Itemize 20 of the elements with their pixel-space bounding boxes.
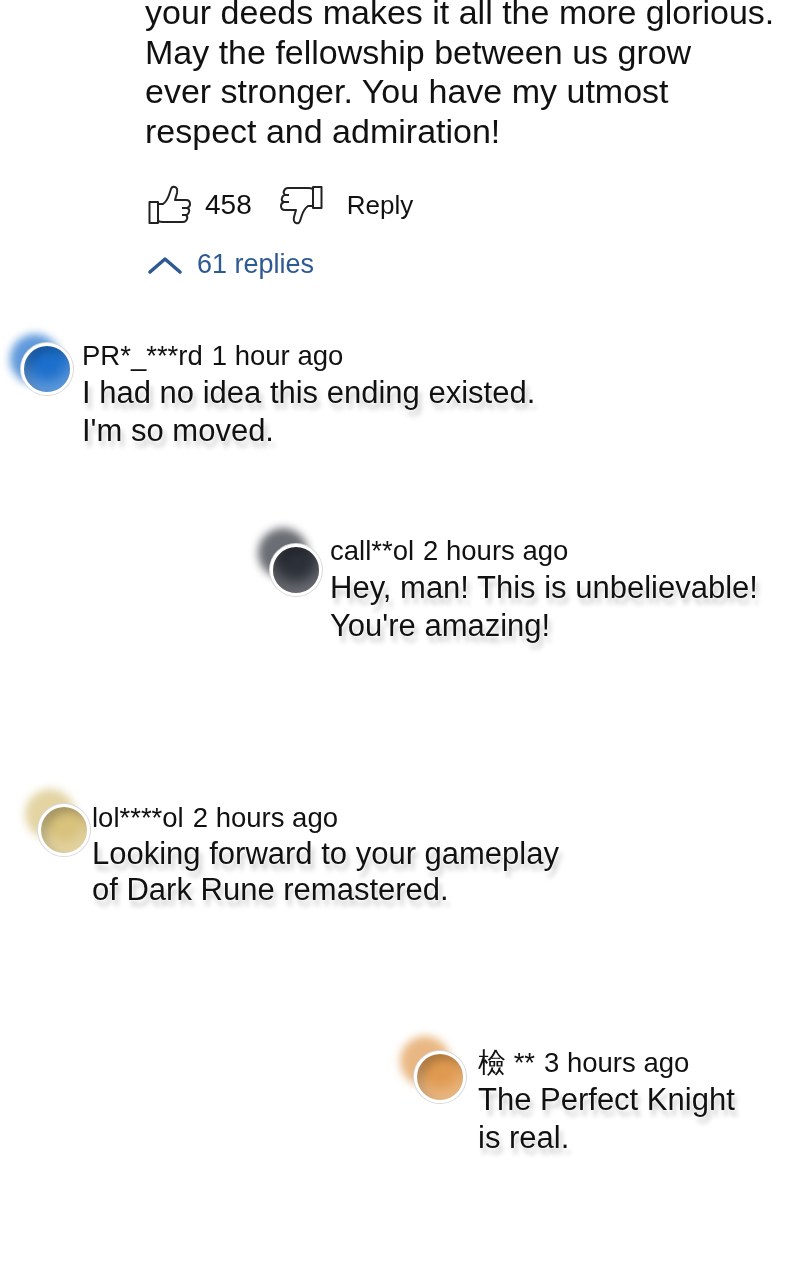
like-button[interactable] [148, 185, 192, 225]
timestamp: 1 hour ago [211, 341, 344, 371]
replies-toggle[interactable]: 61 replies [148, 249, 315, 280]
like-count: 458 [205, 189, 252, 221]
timestamp: 2 hours ago [423, 536, 569, 566]
username: call**ol [330, 536, 415, 566]
timestamp: 2 hours ago [192, 803, 338, 833]
comment-text: The Perfect Knight is real. [478, 1081, 735, 1157]
dislike-button[interactable] [278, 185, 323, 225]
reply-button[interactable]: Reply [346, 189, 414, 221]
thumbs-down-icon [278, 185, 323, 225]
comment-text: Looking forward to your gameplay of Dark Rune remastered. [92, 836, 559, 908]
username: PR*_***rd [82, 341, 203, 371]
timestamp: 3 hours ago [544, 1048, 690, 1078]
comment-text: your deeds makes it all the more glorious. May the fellowship between us grow ever stronger. You have my utmost respect and admiration! [145, 0, 776, 151]
comment-text: I had no idea this ending existed. I'm so moved. [82, 374, 536, 450]
comment-text: Hey, man! This is unbelievable! You're amazing! [330, 569, 758, 645]
username: lol****ol [92, 803, 184, 833]
thumbs-up-icon [148, 185, 192, 225]
username: 檢 ** [478, 1048, 536, 1078]
